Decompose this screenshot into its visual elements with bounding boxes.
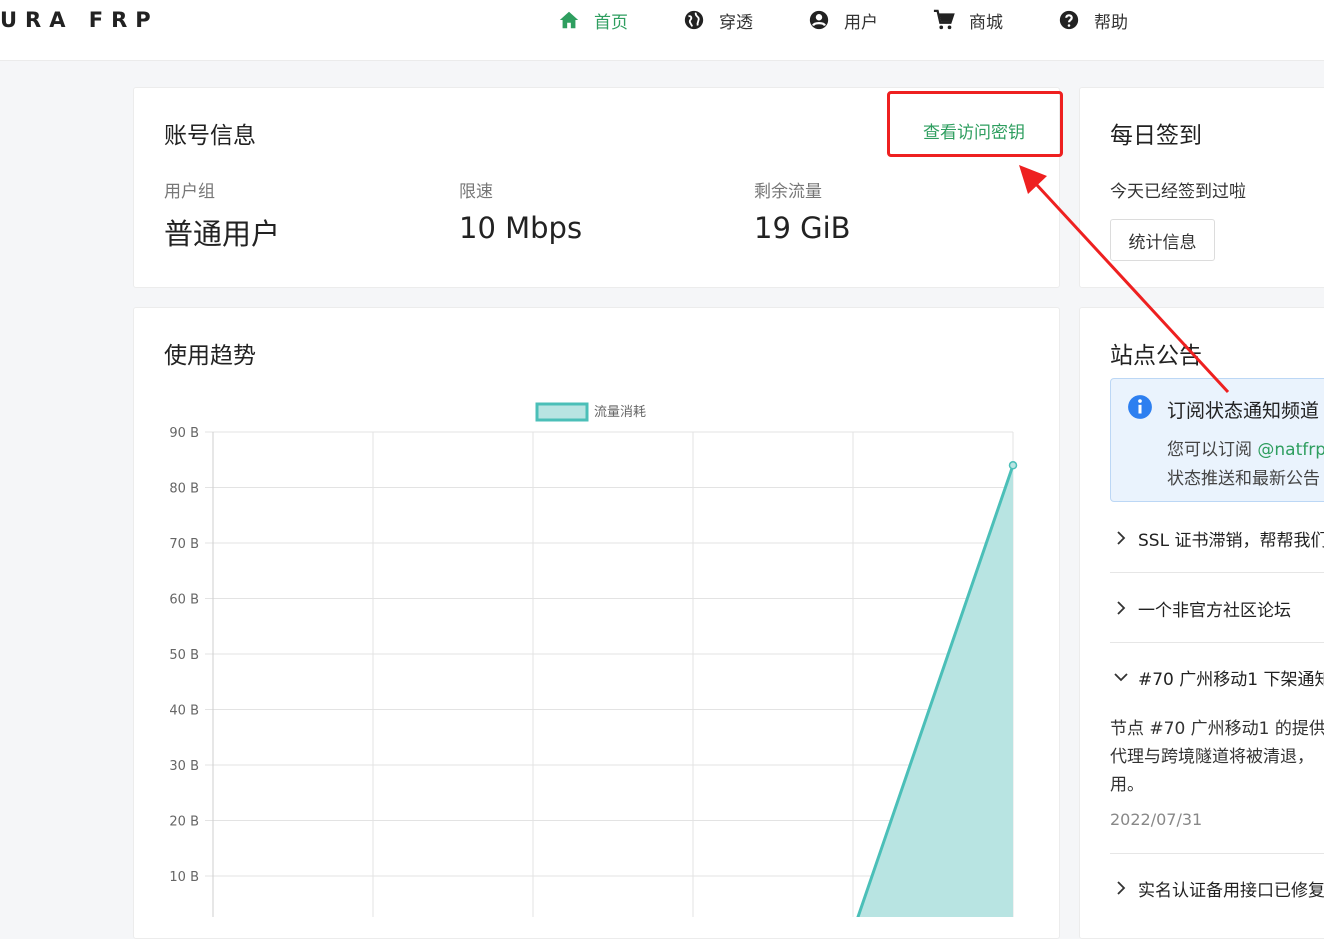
annotation-arrow xyxy=(1019,165,1230,394)
